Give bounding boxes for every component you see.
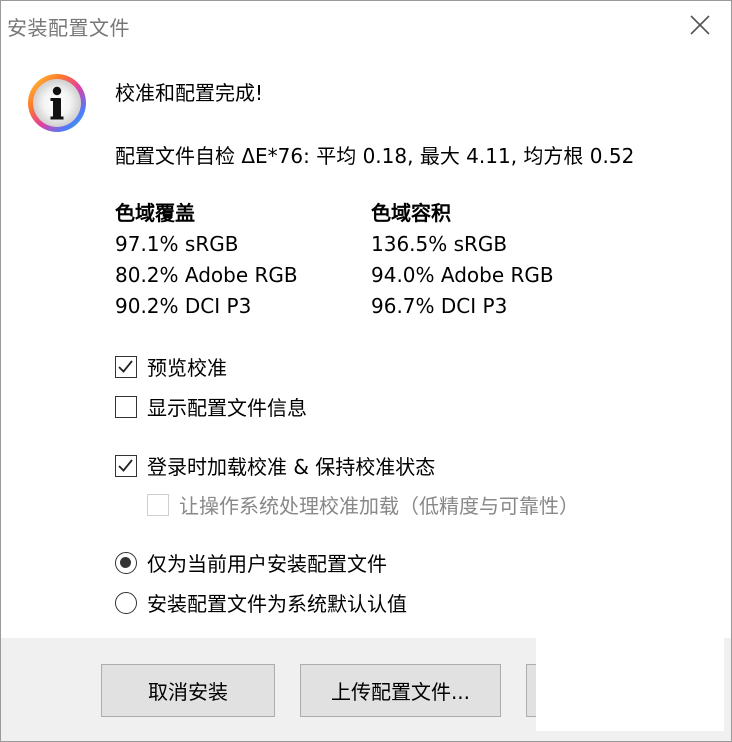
gamut-volume: 色域容积 136.5% sRGB 94.0% Adobe RGB 96.7% D… xyxy=(371,198,554,322)
os-handles-calibration-option: 让操作系统处理校准加载（低精度与可靠性） xyxy=(147,490,579,519)
gamut-volume-row: 136.5% sRGB xyxy=(371,232,508,256)
title-bar: 安装配置文件 xyxy=(1,1,731,49)
preview-calibration-checkbox[interactable] xyxy=(115,355,137,378)
gamut-coverage-row: 90.2% DCI P3 xyxy=(115,294,252,318)
show-profile-info-checkbox[interactable] xyxy=(115,395,137,418)
gamut-volume-header: 色域容积 xyxy=(371,201,451,225)
close-button[interactable] xyxy=(669,1,731,49)
gamut-volume-row: 96.7% DCI P3 xyxy=(371,294,508,318)
check-icon xyxy=(118,359,133,373)
window-title: 安装配置文件 xyxy=(7,16,130,40)
gamut-volume-row: 94.0% Adobe RGB xyxy=(371,263,554,287)
install-current-user-radio[interactable] xyxy=(115,551,137,574)
cancel-install-button[interactable]: 取消安装 xyxy=(101,664,275,717)
gamut-coverage-row: 80.2% Adobe RGB xyxy=(115,263,298,287)
load-on-login-label: 登录时加载校准 & 保持校准状态 xyxy=(147,455,436,479)
gamut-coverage: 色域覆盖 97.1% sRGB 80.2% Adobe RGB 90.2% DC… xyxy=(115,198,298,322)
install-profile-dialog: 安装配置文件 校准和配置完成! 配置文件自检 ΔE*76: 平均 0.18, 最… xyxy=(0,0,732,742)
profile-self-check: 配置文件自检 ΔE*76: 平均 0.18, 最大 4.11, 均方根 0.52 xyxy=(115,144,635,168)
os-handles-calibration-label: 让操作系统处理校准加载（低精度与可靠性） xyxy=(179,494,579,518)
completion-heading: 校准和配置完成! xyxy=(115,81,264,105)
check-icon xyxy=(118,458,133,472)
obscured-region xyxy=(536,606,724,731)
install-current-user-option[interactable]: 仅为当前用户安装配置文件 xyxy=(115,548,387,577)
install-system-default-option[interactable]: 安装配置文件为系统默认认值 xyxy=(115,588,407,617)
install-current-user-label: 仅为当前用户安装配置文件 xyxy=(147,552,387,576)
gamut-coverage-header: 色域覆盖 xyxy=(115,201,195,225)
show-profile-info-option[interactable]: 显示配置文件信息 xyxy=(115,392,307,421)
info-icon xyxy=(28,74,86,132)
os-handles-calibration-checkbox xyxy=(147,493,169,516)
install-system-default-label: 安装配置文件为系统默认认值 xyxy=(147,592,407,616)
radio-selected-dot xyxy=(120,556,131,568)
close-icon xyxy=(690,15,710,35)
preview-calibration-option[interactable]: 预览校准 xyxy=(115,352,227,381)
install-system-default-radio[interactable] xyxy=(115,591,137,614)
preview-calibration-label: 预览校准 xyxy=(147,356,227,380)
upload-profile-button[interactable]: 上传配置文件... xyxy=(300,664,501,717)
gamut-coverage-row: 97.1% sRGB xyxy=(115,232,239,256)
show-profile-info-label: 显示配置文件信息 xyxy=(147,396,307,420)
load-on-login-checkbox[interactable] xyxy=(115,454,137,477)
load-on-login-option[interactable]: 登录时加载校准 & 保持校准状态 xyxy=(115,451,435,480)
